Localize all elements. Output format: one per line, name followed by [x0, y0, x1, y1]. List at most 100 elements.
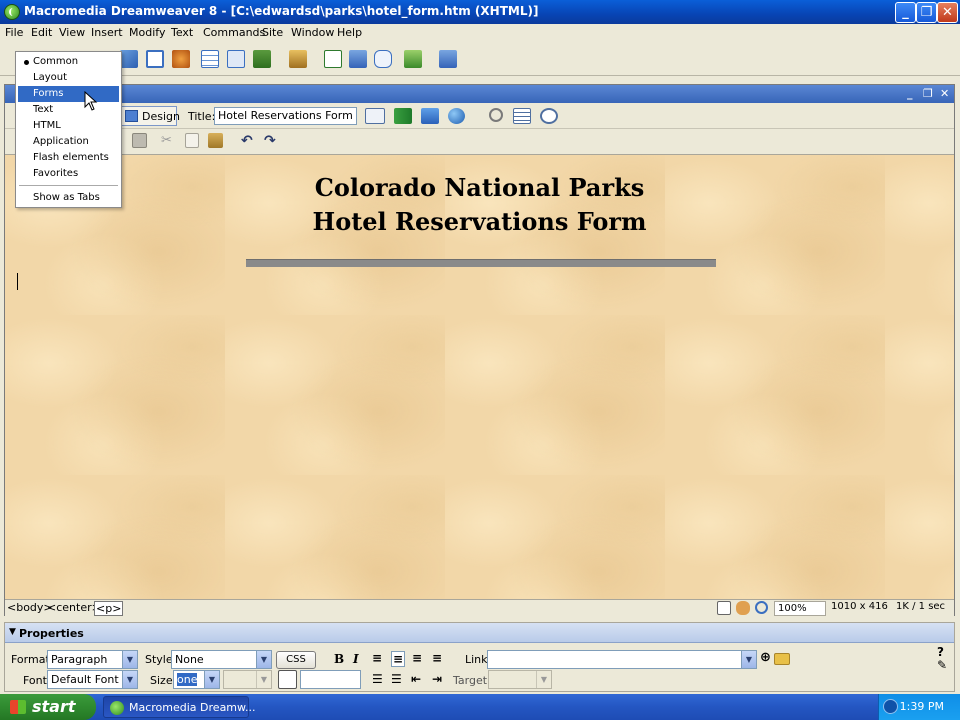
menu-separator: [19, 185, 118, 186]
named-anchor-icon[interactable]: [120, 50, 138, 68]
point-to-file-icon[interactable]: ⊕: [760, 650, 771, 665]
menu-modify[interactable]: Modify: [129, 26, 165, 39]
select-tool-icon[interactable]: [717, 601, 731, 615]
table-icon[interactable]: [201, 50, 219, 68]
align-right-icon[interactable]: ≡: [412, 651, 422, 665]
zoom-tool-icon[interactable]: [755, 601, 768, 614]
print-icon[interactable]: [132, 133, 147, 148]
tag-selector-body[interactable]: <body>: [7, 601, 53, 614]
div-icon[interactable]: [227, 50, 245, 68]
chevron-down-icon: ▼: [204, 671, 219, 688]
template-icon[interactable]: [439, 50, 457, 68]
visual-aids-icon[interactable]: [540, 108, 558, 124]
doc-restore-button[interactable]: ❐: [923, 87, 933, 100]
font-select[interactable]: Default Font ▼: [47, 670, 138, 689]
menu-window[interactable]: Window: [291, 26, 334, 39]
refresh-icon[interactable]: [489, 108, 503, 122]
menu-item-common[interactable]: Common: [18, 54, 119, 70]
menu-site[interactable]: Site: [262, 26, 283, 39]
link-input[interactable]: ▼: [487, 650, 757, 669]
menu-item-layout[interactable]: Layout: [18, 70, 119, 86]
design-canvas[interactable]: Colorado National Parks Hotel Reservatio…: [5, 155, 954, 599]
quick-tag-editor-icon[interactable]: ✎: [937, 658, 947, 672]
align-center-icon[interactable]: ≡: [391, 651, 406, 667]
menu-text[interactable]: Text: [171, 26, 193, 39]
cut-icon[interactable]: ✂: [161, 133, 177, 148]
taskbar-item-dreamweaver[interactable]: Macromedia Dreamw...: [103, 696, 256, 718]
clock: 1:39 PM: [899, 700, 944, 713]
menu-commands[interactable]: Commands: [203, 26, 265, 39]
browse-folder-icon[interactable]: [774, 653, 790, 665]
close-button[interactable]: ✕: [937, 2, 958, 23]
redo-icon[interactable]: ↷: [264, 133, 280, 149]
undo-icon[interactable]: ↶: [241, 133, 257, 149]
menu-insert[interactable]: Insert: [91, 26, 123, 39]
tag-selector-center[interactable]: <center>: [47, 601, 101, 614]
format-label: Format: [11, 653, 50, 666]
media-icon[interactable]: [289, 50, 307, 68]
menu-edit[interactable]: Edit: [31, 26, 52, 39]
maximize-button[interactable]: ❐: [916, 2, 937, 23]
chevron-down-icon: ▼: [256, 671, 271, 688]
server-side-include-icon[interactable]: [349, 50, 367, 68]
page-title-input[interactable]: Hotel Reservations Form: [214, 107, 357, 125]
menu-item-application[interactable]: Application: [18, 134, 119, 150]
preview-in-browser-icon[interactable]: [448, 108, 465, 124]
style-select[interactable]: None ▼: [171, 650, 272, 669]
indent-icon[interactable]: ⇥: [432, 672, 442, 686]
properties-header[interactable]: ▼ Properties: [5, 623, 954, 643]
menu-view[interactable]: View: [59, 26, 85, 39]
outdent-icon[interactable]: ⇤: [411, 672, 421, 686]
anchor-icon[interactable]: [172, 50, 190, 68]
menu-file[interactable]: File: [5, 26, 23, 39]
doc-close-button[interactable]: ✕: [940, 87, 949, 100]
file-management-icon[interactable]: [421, 108, 439, 124]
menu-item-forms[interactable]: Forms: [18, 86, 119, 102]
horizontal-rule: [246, 259, 716, 267]
email-link-icon[interactable]: [146, 50, 164, 68]
title-bar: Macromedia Dreamweaver 8 - [C:\edwardsd\…: [0, 0, 960, 24]
view-options-icon[interactable]: [513, 108, 531, 124]
text-color-swatch[interactable]: [278, 670, 297, 689]
dreamweaver-app-icon: [110, 701, 124, 715]
size-select[interactable]: one ▼: [173, 670, 220, 689]
minimize-button[interactable]: _: [895, 2, 916, 23]
paste-icon[interactable]: [208, 133, 223, 148]
hand-tool-icon[interactable]: [736, 601, 750, 615]
menu-item-favorites[interactable]: Favorites: [18, 166, 119, 182]
menu-help[interactable]: Help: [337, 26, 362, 39]
comment-icon[interactable]: [374, 50, 392, 68]
image-icon[interactable]: [253, 50, 271, 68]
menu-item-text[interactable]: Text: [18, 102, 119, 118]
unordered-list-icon[interactable]: ☰: [372, 672, 383, 686]
ordered-list-icon[interactable]: ☰: [391, 672, 402, 686]
window-size[interactable]: 1010 x 416: [831, 601, 888, 612]
doc-minimize-button[interactable]: _: [907, 87, 913, 100]
design-view-button[interactable]: Design: [121, 106, 180, 126]
justify-icon[interactable]: ≡: [432, 651, 442, 665]
help-icon[interactable]: ?: [937, 645, 944, 659]
menu-item-show-as-tabs[interactable]: Show as Tabs: [18, 190, 119, 206]
copy-icon[interactable]: [185, 133, 199, 148]
tray-arrow-icon[interactable]: [883, 699, 898, 714]
page-heading-line1: Colorado National Parks: [314, 173, 645, 202]
zoom-select[interactable]: 100%: [774, 601, 826, 616]
text-color-input[interactable]: [300, 670, 361, 689]
menu-bar: File Edit View Insert Modify Text Comman…: [0, 24, 960, 42]
tag-selector-p[interactable]: <p>: [94, 601, 124, 616]
menu-item-flash-elements[interactable]: Flash elements: [18, 150, 119, 166]
date-icon[interactable]: [324, 50, 342, 68]
css-button[interactable]: CSS: [276, 651, 316, 669]
insert-category-menu: Common Layout Forms Text HTML Applicatio…: [15, 51, 122, 208]
align-left-icon[interactable]: ≡: [372, 651, 382, 665]
bold-button[interactable]: B: [334, 652, 344, 666]
chevron-down-icon: ▼: [536, 671, 551, 688]
italic-button[interactable]: I: [353, 652, 359, 666]
browser-check-icon[interactable]: [394, 108, 412, 124]
start-button[interactable]: start: [0, 694, 96, 720]
menu-item-html[interactable]: HTML: [18, 118, 119, 134]
format-select[interactable]: Paragraph ▼: [47, 650, 138, 669]
head-icon[interactable]: [404, 50, 422, 68]
validate-markup-icon[interactable]: [365, 108, 385, 124]
standard-toolbar: ✂ ↶ ↷: [5, 129, 954, 155]
